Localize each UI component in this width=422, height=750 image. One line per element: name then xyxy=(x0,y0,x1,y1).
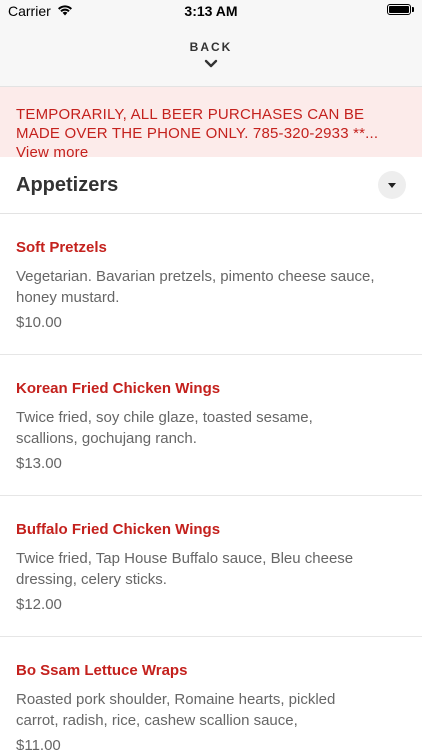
status-time: 3:13 AM xyxy=(184,3,238,19)
status-right xyxy=(387,4,414,15)
status-bar: Carrier 3:13 AM xyxy=(0,0,422,24)
menu-item-price: $13.00 xyxy=(16,455,62,472)
back-button[interactable]: BACK xyxy=(0,24,422,87)
section-title: Appetizers xyxy=(16,173,119,196)
view-more-link[interactable]: View more xyxy=(16,144,88,157)
section-toggle-button[interactable] xyxy=(378,171,406,199)
menu-item-description: Twice fried, Tap House Buffalo sauce, Bl… xyxy=(16,550,354,588)
menu-item-price: $11.00 xyxy=(16,737,61,750)
back-label: BACK xyxy=(189,40,233,54)
menu-item-list: Soft Pretzels Vegetarian. Bavarian pretz… xyxy=(0,214,422,750)
menu-item-price: $12.00 xyxy=(16,596,62,613)
menu-item[interactable]: Bo Ssam Lettuce Wraps Roasted pork shoul… xyxy=(0,637,422,750)
caret-down-icon xyxy=(388,176,396,194)
menu-item[interactable]: Soft Pretzels Vegetarian. Bavarian pretz… xyxy=(0,214,422,355)
menu-item[interactable]: Buffalo Fried Chicken Wings Twice fried,… xyxy=(0,496,422,637)
menu-item-name: Korean Fried Chicken Wings xyxy=(16,380,221,397)
chevron-down-icon xyxy=(204,56,218,74)
menu-item-name: Bo Ssam Lettuce Wraps xyxy=(16,662,188,679)
menu-item-description: Vegetarian. Bavarian pretzels, pimento c… xyxy=(16,268,375,306)
battery-cap xyxy=(412,7,414,12)
banner-text: TEMPORARILY, ALL BEER PURCHASES CAN BE M… xyxy=(16,106,379,142)
menu-item-price: $10.00 xyxy=(16,314,62,331)
menu-item-description: Twice fried, soy chile glaze, toasted se… xyxy=(16,409,313,447)
menu-item-name: Buffalo Fried Chicken Wings xyxy=(16,521,221,538)
menu-item-description: Roasted pork shoulder, Romaine hearts, p… xyxy=(16,691,336,729)
battery-icon xyxy=(387,4,411,15)
announcement-banner: TEMPORARILY, ALL BEER PURCHASES CAN BE M… xyxy=(0,87,422,157)
menu-item[interactable]: Korean Fried Chicken Wings Twice fried, … xyxy=(0,355,422,496)
menu-item-name: Soft Pretzels xyxy=(16,239,107,256)
section-header: Appetizers xyxy=(0,157,422,214)
